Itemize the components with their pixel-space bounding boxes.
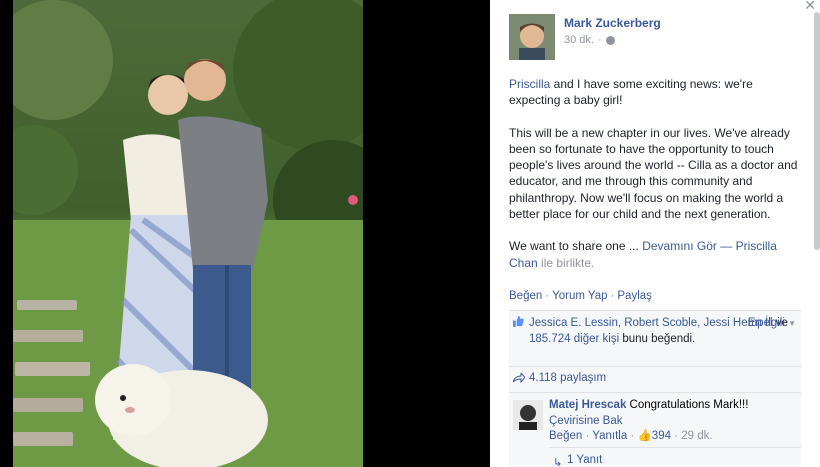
with-dash: — bbox=[716, 239, 736, 254]
photo-viewer: ✕ Mark Zuckerberg 30 dk. · Priscilla and… bbox=[0, 0, 820, 467]
replies-count: 1 Yanıt bbox=[567, 454, 603, 466]
commenter-name[interactable]: Matej Hrescak bbox=[549, 399, 626, 411]
globe-icon[interactable] bbox=[605, 35, 615, 45]
photo-illustration bbox=[13, 0, 363, 467]
comment-likes-count[interactable]: 394 bbox=[652, 430, 671, 442]
post-text: Priscilla and I have some exciting news:… bbox=[509, 76, 807, 287]
sort-dropdown[interactable]: En İlgili ▼ bbox=[748, 316, 796, 332]
others-link[interactable]: 185.724 diğer kişi bbox=[529, 333, 619, 345]
comment-text: Congratulations Mark!!! bbox=[626, 399, 749, 411]
likers-link[interactable]: Jessica E. Lessin, Robert Scoble, Jessi … bbox=[529, 317, 773, 329]
comment-time[interactable]: 29 dk. bbox=[681, 430, 712, 442]
likes-end: bunu beğendi. bbox=[619, 332, 696, 345]
with-suffix: ile birlikte. bbox=[537, 255, 595, 270]
commenter-avatar-image bbox=[513, 400, 543, 430]
comment-thumbs-up-icon: 👍 bbox=[637, 430, 652, 442]
avatar[interactable] bbox=[509, 14, 555, 60]
post-para3: We want to share one ... bbox=[509, 239, 639, 254]
chevron-down-icon: ▼ bbox=[788, 319, 796, 328]
comment-reply-button[interactable]: Yanıtla bbox=[592, 430, 627, 442]
post-panel: ✕ Mark Zuckerberg 30 dk. · Priscilla and… bbox=[490, 0, 820, 467]
reply-arrow-icon: ↳ bbox=[553, 457, 563, 467]
comment-item: Matej Hrescak Congratulations Mark!!! Çe… bbox=[509, 392, 801, 447]
likes-summary: Jessica E. Lessin, Robert Scoble, Jessi … bbox=[509, 311, 801, 366]
comment-actions: Beğen · Yanıtla · 👍394 · 29 dk. bbox=[549, 430, 713, 442]
post-para2: This will be a new chapter in our lives.… bbox=[509, 125, 798, 222]
tagged-person-link[interactable]: Priscilla bbox=[509, 77, 550, 91]
shares-summary[interactable]: 4.118 paylaşım bbox=[509, 366, 801, 392]
replies-link[interactable]: ↳ 1 Yanıt bbox=[549, 447, 801, 467]
post-time[interactable]: 30 dk. bbox=[564, 34, 594, 46]
author-name[interactable]: Mark Zuckerberg bbox=[564, 16, 661, 30]
post-actions: Beğen · Yorum Yap · Paylaş bbox=[509, 290, 652, 302]
avatar-image bbox=[509, 14, 555, 60]
like-button[interactable]: Beğen bbox=[509, 290, 542, 302]
see-more-link[interactable]: Devamını Gör bbox=[639, 239, 717, 253]
comment-like-button[interactable]: Beğen bbox=[549, 430, 582, 442]
sort-label: En İlgili bbox=[747, 317, 785, 329]
shares-count: 4.118 paylaşım bbox=[529, 372, 607, 384]
post-photo[interactable] bbox=[13, 0, 363, 467]
share-icon bbox=[513, 373, 525, 383]
commenter-avatar[interactable] bbox=[513, 400, 543, 430]
scrollbar[interactable] bbox=[814, 12, 820, 250]
photo-stage[interactable] bbox=[0, 0, 490, 467]
see-translation-link[interactable]: Çevirisine Bak bbox=[549, 415, 623, 427]
comment-button[interactable]: Yorum Yap bbox=[552, 290, 607, 302]
thumbs-up-icon bbox=[513, 316, 524, 327]
post-timestamp: 30 dk. · bbox=[564, 34, 661, 46]
feedback-section: Jessica E. Lessin, Robert Scoble, Jessi … bbox=[509, 310, 801, 467]
post-header: Mark Zuckerberg 30 dk. · bbox=[509, 14, 661, 60]
share-button[interactable]: Paylaş bbox=[617, 290, 652, 302]
